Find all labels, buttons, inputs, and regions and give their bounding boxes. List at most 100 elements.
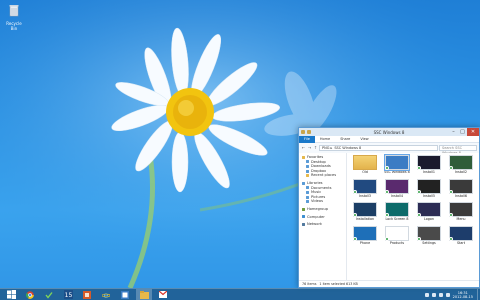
- tab-share[interactable]: Share: [335, 136, 355, 143]
- photos-icon: [121, 290, 129, 299]
- file-name: Menu: [456, 217, 466, 221]
- breadcrumb-current[interactable]: SSC Windows 8: [334, 146, 361, 150]
- start-button[interactable]: [3, 289, 19, 300]
- selection-info: 1 item selected 613 KB: [319, 282, 358, 286]
- nav-network[interactable]: Network: [299, 222, 346, 227]
- breadcrumb-root[interactable]: PNG ▸: [322, 146, 332, 150]
- search-input[interactable]: Search SSC Windows 8: [439, 144, 477, 155]
- sync-check-icon: [417, 236, 421, 241]
- image-thumbnail-icon: [385, 225, 409, 241]
- taskbar-photos[interactable]: [117, 289, 133, 300]
- file-tile[interactable]: SSC Windows 8: [381, 154, 413, 179]
- up-arrow-icon[interactable]: ↑: [313, 145, 318, 150]
- image-thumbnail-icon: [353, 178, 377, 194]
- back-arrow-icon[interactable]: ←: [301, 145, 306, 150]
- clock-date: 2012-08-15: [452, 294, 473, 299]
- chrome-icon: [26, 290, 34, 299]
- file-tile[interactable]: Menu: [445, 202, 477, 226]
- window-title: SSC Windows 8: [373, 129, 405, 135]
- sync-check-icon: [353, 213, 357, 217]
- sync-check-icon: [353, 189, 357, 194]
- file-tile[interactable]: Lock Screen 8: [381, 202, 413, 226]
- file-tile[interactable]: Start: [445, 225, 477, 250]
- nav-recent-places[interactable]: Recent places: [299, 173, 346, 178]
- pictures-icon: [306, 195, 309, 199]
- nav-videos[interactable]: Videos: [299, 199, 346, 204]
- taskbar-media[interactable]: [79, 289, 95, 300]
- image-thumbnail-icon: [449, 178, 473, 194]
- internet-explorer-icon: e: [102, 291, 110, 299]
- image-thumbnail-icon: [385, 178, 409, 194]
- taskbar-clock[interactable]: 16:31 2012-08-15: [453, 291, 473, 299]
- forward-arrow-icon[interactable]: →: [307, 145, 312, 150]
- music-icon: [306, 190, 309, 194]
- image-thumbnail-icon: [449, 225, 473, 241]
- file-tile[interactable]: Install1: [413, 155, 445, 179]
- address-input[interactable]: PNG ▸ SSC Windows 8: [319, 144, 438, 151]
- tab-home[interactable]: Home: [315, 136, 335, 143]
- taskbar-file-explorer[interactable]: [136, 289, 152, 300]
- file-tile[interactable]: Products: [381, 225, 413, 250]
- file-tile[interactable]: Install6: [445, 178, 477, 203]
- file-explorer-window[interactable]: SSC Windows 8 – □ ✕ File Home Share View…: [298, 127, 480, 288]
- taskbar-ie[interactable]: e: [98, 289, 114, 300]
- item-count: 76 items: [302, 282, 317, 286]
- file-name: SSC Windows 8: [384, 170, 410, 174]
- taskbar-calendar[interactable]: 15: [60, 289, 76, 300]
- media-icon: [83, 290, 91, 299]
- svg-text:e: e: [104, 291, 109, 299]
- sync-check-icon: [385, 189, 389, 194]
- volume-icon[interactable]: [438, 292, 443, 297]
- sync-check-icon: [417, 166, 421, 170]
- nav-label: Videos: [311, 199, 323, 204]
- tray-chevron-icon[interactable]: [424, 292, 429, 297]
- image-thumbnail-icon: [417, 178, 441, 194]
- image-thumbnail-icon: [385, 202, 409, 217]
- file-name: Start: [456, 240, 466, 245]
- title-bar[interactable]: SSC Windows 8 – □ ✕: [299, 128, 479, 136]
- tab-view[interactable]: View: [355, 136, 373, 143]
- desktop-icon: [306, 160, 309, 164]
- file-tile[interactable]: Install5: [413, 178, 445, 203]
- file-name: Install1: [422, 170, 436, 174]
- image-thumbnail-icon: [417, 225, 441, 241]
- file-tile[interactable]: Old: [349, 155, 381, 179]
- gmail-icon: [159, 291, 167, 298]
- taskbar-check-app[interactable]: [41, 289, 57, 300]
- star-icon: [302, 155, 305, 159]
- image-thumbnail-icon: [353, 225, 377, 241]
- recycle-bin-icon: [9, 5, 19, 17]
- file-name: Logon: [424, 217, 434, 221]
- network-icon: [302, 222, 305, 226]
- file-list-pane[interactable]: Old SSC Windows 8 Install1 Install2 Install3…: [347, 153, 479, 280]
- tab-file[interactable]: File: [299, 135, 315, 143]
- file-name: Settings: [422, 240, 436, 245]
- flag-icon[interactable]: [445, 292, 450, 297]
- file-tile[interactable]: Settings: [413, 225, 445, 250]
- address-bar-row: ← → ↑ PNG ▸ SSC Windows 8 Search SSC Win…: [299, 143, 479, 155]
- file-tile[interactable]: Installation: [349, 202, 381, 226]
- nav-homegroup[interactable]: Homegroup: [299, 207, 346, 212]
- file-name: Lock Screen 8: [385, 217, 409, 221]
- file-tile[interactable]: Phone: [349, 225, 381, 250]
- taskbar-chrome[interactable]: [22, 289, 38, 300]
- recent-icon: [306, 174, 309, 178]
- recycle-bin-shortcut[interactable]: Recycle Bin: [3, 2, 25, 31]
- file-tile[interactable]: Install4: [381, 178, 413, 203]
- file-tile[interactable]: Install2: [445, 155, 477, 179]
- image-thumbnail-icon: [384, 154, 410, 171]
- network-tray-icon[interactable]: [431, 292, 436, 297]
- sync-check-icon: [417, 213, 421, 217]
- taskbar-gmail[interactable]: [155, 289, 171, 300]
- file-explorer-icon: [139, 290, 149, 299]
- image-thumbnail-icon: [417, 155, 441, 170]
- documents-icon: [306, 186, 309, 190]
- file-tile[interactable]: Install3: [349, 178, 381, 203]
- nav-label: Computer: [307, 214, 325, 219]
- file-tile[interactable]: Logon: [413, 202, 445, 226]
- ribbon-tabs: File Home Share View: [299, 135, 479, 143]
- file-name: Install4: [390, 193, 404, 198]
- sync-check-icon: [385, 213, 389, 217]
- file-name: Products: [389, 240, 405, 245]
- nav-computer[interactable]: Computer: [299, 215, 346, 220]
